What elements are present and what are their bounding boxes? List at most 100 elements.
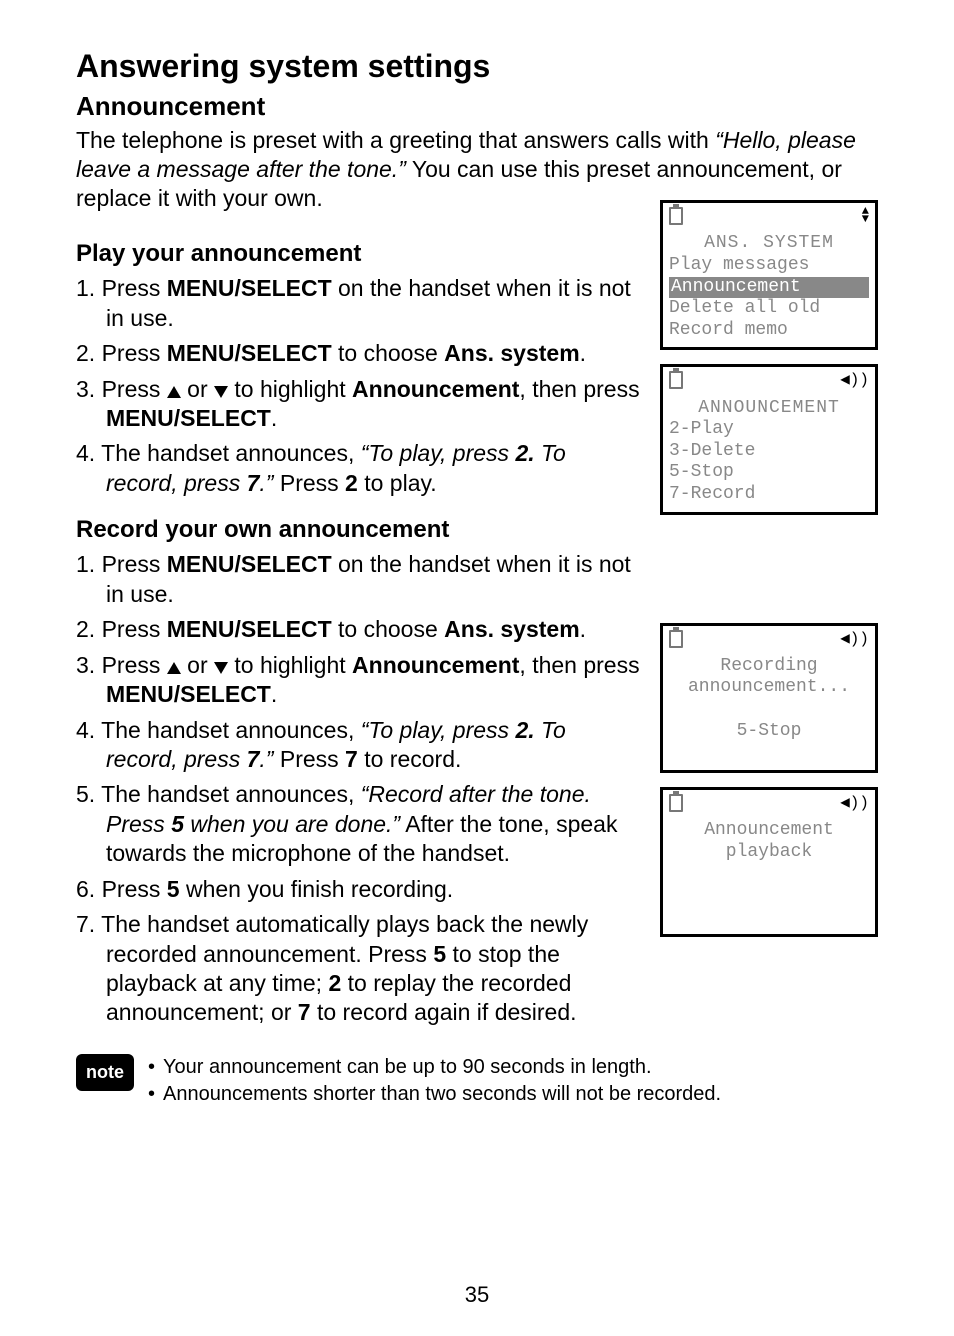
- speaker-icon: ◀)): [840, 371, 869, 395]
- play-step-3: 3. Press or to highlight Announcement, t…: [76, 375, 642, 434]
- text: Ans. system: [444, 616, 580, 642]
- text: 5: [433, 941, 446, 967]
- text: 2.: [515, 440, 534, 466]
- text: to choose: [332, 616, 445, 642]
- play-heading: Play your announcement: [76, 240, 642, 268]
- text: 7: [298, 999, 311, 1025]
- text: or: [181, 652, 214, 678]
- lcd-recording: ◀)) Recording announcement... 5-Stop: [660, 623, 878, 773]
- text: /SELECT: [235, 340, 332, 366]
- lcd1-title: ANS. SYSTEM: [669, 233, 869, 255]
- section-heading: Announcement: [76, 91, 878, 122]
- note-text: Announcements shorter than two seconds w…: [163, 1081, 721, 1108]
- lcd1-row3: Delete all old: [669, 298, 869, 320]
- bullet-icon: •: [148, 1054, 155, 1081]
- text: or: [181, 376, 214, 402]
- bullet-icon: •: [148, 1081, 155, 1108]
- text: [669, 699, 869, 721]
- text: 7: [247, 470, 260, 496]
- text: MENU: [106, 681, 174, 707]
- lcd-announcement-menu: ◀)) ANNOUNCEMENT 2-Play 3-Delete 5-Stop …: [660, 364, 878, 514]
- text: to record.: [358, 746, 462, 772]
- text: MENU: [106, 405, 174, 431]
- play-step-2: 2. Press MENU/SELECT to choose Ans. syst…: [76, 339, 642, 368]
- text: .”: [259, 470, 273, 496]
- lcd2-row4: 7-Record: [669, 484, 869, 506]
- lcd-playback: ◀)) Announcement playback: [660, 787, 878, 937]
- lcd2-title: ANNOUNCEMENT: [669, 398, 869, 420]
- text: 5: [167, 876, 180, 902]
- text: 1. Press: [76, 275, 167, 301]
- record-step-4: 4. The handset announces, “To play, pres…: [76, 716, 642, 775]
- text: 7: [345, 746, 358, 772]
- text: MENU/: [167, 551, 241, 577]
- lcd2-row3: 5-Stop: [669, 462, 869, 484]
- text: 5: [171, 811, 184, 837]
- lcd2-row1: 2-Play: [669, 419, 869, 441]
- lcd3-row2: announcement...: [669, 677, 869, 699]
- text: 2.: [515, 717, 534, 743]
- text: 4. The handset announces,: [76, 440, 361, 466]
- text: MENU: [167, 616, 235, 642]
- note-bullet-2: • Announcements shorter than two seconds …: [148, 1081, 721, 1108]
- text: when you are done.”: [184, 811, 400, 837]
- text: Press: [273, 470, 345, 496]
- record-step-7: 7. The handset automatically plays back …: [76, 910, 642, 1028]
- text: when you finish recording.: [180, 876, 454, 902]
- lcd1-row4: Record memo: [669, 320, 869, 342]
- record-heading: Record your own announcement: [76, 516, 642, 544]
- text: SELECT: [241, 551, 332, 577]
- text: 2. Press: [76, 616, 167, 642]
- intro-pre: The telephone is preset with a greeting …: [76, 127, 715, 153]
- record-step-5: 5. The handset announces, “Record after …: [76, 780, 642, 868]
- text: “To play, press: [361, 440, 516, 466]
- text: /SELECT: [235, 616, 332, 642]
- battery-icon: [669, 371, 683, 395]
- lcd3-row1: Recording: [669, 656, 869, 678]
- text: 1. Press: [76, 551, 167, 577]
- lcd-ans-system: ▲▼ ANS. SYSTEM Play messages Announcemen…: [660, 200, 878, 350]
- up-arrow-icon: [167, 662, 181, 674]
- record-step-3: 3. Press or to highlight Announcement, t…: [76, 651, 642, 710]
- down-arrow-icon: [214, 662, 228, 674]
- text: /SELECT: [174, 405, 271, 431]
- speaker-icon: ◀)): [840, 794, 869, 818]
- text: Press: [273, 746, 345, 772]
- text: “To play, press: [361, 717, 516, 743]
- down-arrow-icon: [214, 386, 228, 398]
- text: to record again if desired.: [311, 999, 577, 1025]
- record-step-2: 2. Press MENU/SELECT to choose Ans. syst…: [76, 615, 642, 644]
- text: to choose: [332, 340, 445, 366]
- lcd1-row1: Play messages: [669, 255, 869, 277]
- text: .: [271, 681, 277, 707]
- text: [669, 863, 869, 885]
- page-title: Answering system settings: [76, 48, 878, 85]
- text: [669, 885, 869, 907]
- text: 3. Press: [76, 652, 167, 678]
- lcd2-row2: 3-Delete: [669, 441, 869, 463]
- speaker-icon: ◀)): [840, 630, 869, 654]
- text: Ans. system: [444, 340, 580, 366]
- record-steps: 1. Press MENU/SELECT on the handset when…: [76, 550, 642, 1028]
- record-step-6: 6. Press 5 when you finish recording.: [76, 875, 642, 904]
- note-badge: note: [76, 1054, 134, 1091]
- text: to highlight: [228, 376, 352, 402]
- note-block: note • Your announcement can be up to 90 …: [76, 1054, 878, 1108]
- text: 5. The handset announces,: [76, 781, 361, 807]
- text: .: [580, 616, 586, 642]
- note-text: Your announcement can be up to 90 second…: [163, 1054, 652, 1081]
- text: , then press: [519, 652, 639, 678]
- up-arrow-icon: [167, 386, 181, 398]
- scroll-icon: ▲▼: [862, 207, 869, 231]
- battery-icon: [669, 630, 683, 654]
- text: /SELECT: [174, 681, 271, 707]
- record-step-1: 1. Press MENU/SELECT on the handset when…: [76, 550, 642, 609]
- lcd1-row2: Announcement: [669, 277, 869, 299]
- text: [669, 742, 869, 764]
- text: 7: [247, 746, 260, 772]
- note-bullet-1: • Your announcement can be up to 90 secon…: [148, 1054, 721, 1081]
- lcd4-row1: Announcement: [669, 820, 869, 842]
- text: to highlight: [228, 652, 352, 678]
- text: SELECT: [241, 275, 332, 301]
- text: MENU: [167, 340, 235, 366]
